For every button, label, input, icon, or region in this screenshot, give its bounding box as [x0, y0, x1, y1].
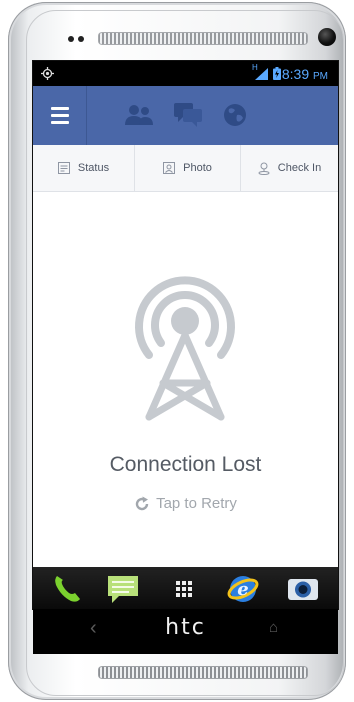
time-text: 8:39	[281, 66, 310, 82]
connection-lost-panel[interactable]: Connection Lost Tap to Retry	[33, 192, 338, 567]
retry-button[interactable]: Tap to Retry	[33, 495, 338, 512]
menu-icon	[51, 107, 69, 110]
status-time: 8:39 PM	[282, 66, 328, 82]
front-camera	[318, 28, 336, 46]
brand-logo: htc	[165, 615, 206, 640]
app-header	[33, 86, 338, 145]
status-bar: H 8:39 PM	[33, 61, 338, 86]
status-button[interactable]: Status	[33, 145, 135, 191]
connection-lost-title: Connection Lost	[109, 453, 262, 476]
refresh-icon	[135, 496, 149, 510]
hardware-nav-bar: ‹ htc ⌂	[33, 609, 338, 654]
speaker-grille	[98, 666, 308, 679]
photo-icon	[163, 162, 176, 174]
menu-icon-bar	[51, 114, 69, 117]
battery-icon	[273, 67, 281, 80]
sensor-dot	[68, 36, 74, 42]
browser-icon[interactable]: e	[227, 573, 259, 605]
status-label: Status	[77, 162, 110, 174]
checkin-label: Check In	[277, 162, 322, 174]
globe-icon[interactable]	[223, 103, 247, 127]
checkin-button[interactable]: Check In	[241, 145, 338, 191]
home-icon[interactable]: ⌂	[269, 619, 278, 636]
messages-app-icon[interactable]	[107, 573, 139, 605]
messages-icon[interactable]	[174, 103, 202, 127]
photo-button[interactable]: Photo	[135, 145, 241, 191]
ampm-text: PM	[313, 71, 328, 82]
svg-text:e: e	[237, 579, 248, 600]
menu-button[interactable]	[33, 86, 87, 145]
retry-label: Tap to Retry	[156, 495, 237, 512]
phone-icon[interactable]	[51, 573, 83, 605]
screen: H 8:39 PM Status Photo Check In Connecti…	[33, 61, 338, 609]
earpiece-grille	[98, 32, 308, 45]
signal-icon	[255, 68, 268, 80]
app-dock: e	[33, 567, 338, 609]
apps-grid-icon[interactable]	[168, 573, 200, 605]
signal-tower-icon	[135, 276, 235, 421]
friends-icon[interactable]	[125, 103, 153, 127]
camera-icon[interactable]	[287, 573, 319, 605]
status-icon	[57, 162, 70, 174]
photo-label: Photo	[183, 162, 212, 174]
checkin-icon	[258, 162, 270, 175]
gps-icon	[41, 67, 54, 80]
menu-icon-bar	[51, 121, 69, 124]
action-bar: Status Photo Check In	[33, 145, 338, 192]
sensor-dot	[78, 36, 84, 42]
